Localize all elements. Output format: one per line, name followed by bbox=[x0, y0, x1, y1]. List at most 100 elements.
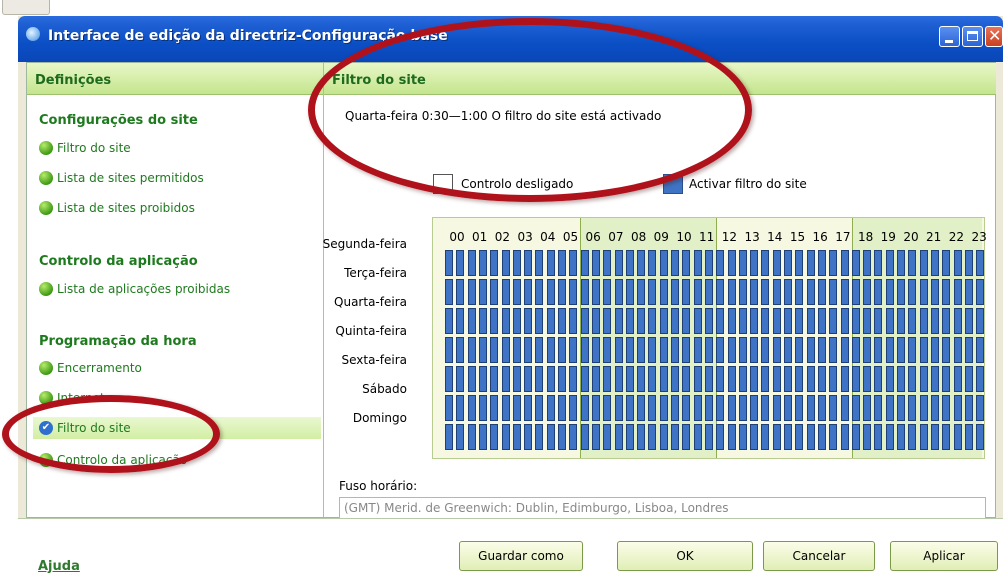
schedule-cell[interactable] bbox=[930, 395, 939, 421]
schedule-cell[interactable] bbox=[659, 424, 668, 450]
schedule-cell[interactable] bbox=[659, 395, 668, 421]
schedule-cell[interactable] bbox=[930, 337, 939, 363]
schedule-cell[interactable] bbox=[806, 337, 815, 363]
schedule-cell[interactable] bbox=[682, 424, 691, 450]
schedule-cell[interactable] bbox=[964, 250, 973, 276]
schedule-cell[interactable] bbox=[535, 250, 544, 276]
schedule-cell[interactable] bbox=[727, 250, 736, 276]
schedule-cell[interactable] bbox=[795, 337, 804, 363]
schedule-cell[interactable] bbox=[445, 424, 453, 450]
schedule-cell[interactable] bbox=[885, 366, 894, 392]
schedule-cell[interactable] bbox=[704, 279, 713, 305]
schedule-cell[interactable] bbox=[704, 250, 713, 276]
schedule-cell[interactable] bbox=[908, 424, 917, 450]
schedule-cell[interactable] bbox=[851, 279, 860, 305]
schedule-cell[interactable] bbox=[535, 337, 544, 363]
schedule-cell[interactable] bbox=[784, 395, 792, 421]
schedule-cell[interactable] bbox=[580, 337, 589, 363]
schedule-cell[interactable] bbox=[478, 279, 487, 305]
schedule-cell[interactable] bbox=[445, 250, 453, 276]
schedule-cell[interactable] bbox=[772, 395, 781, 421]
close-button[interactable]: ✕ bbox=[985, 26, 1003, 47]
schedule-cell[interactable] bbox=[535, 279, 544, 305]
schedule-cell[interactable] bbox=[467, 250, 476, 276]
schedule-cell[interactable] bbox=[693, 337, 702, 363]
schedule-cell[interactable] bbox=[704, 366, 713, 392]
nav-item-schedule-app-control[interactable]: Controlo da aplicação bbox=[39, 449, 187, 471]
schedule-cell[interactable] bbox=[761, 366, 770, 392]
schedule-cell[interactable] bbox=[456, 279, 465, 305]
schedule-cell[interactable] bbox=[795, 308, 804, 334]
schedule-cell[interactable] bbox=[829, 250, 838, 276]
schedule-cell[interactable] bbox=[885, 250, 894, 276]
schedule-cell[interactable] bbox=[874, 424, 883, 450]
schedule-cell[interactable] bbox=[603, 395, 612, 421]
schedule-cell[interactable] bbox=[558, 366, 566, 392]
schedule-cell[interactable] bbox=[569, 395, 578, 421]
schedule-cell[interactable] bbox=[591, 366, 600, 392]
schedule-cell[interactable] bbox=[490, 366, 499, 392]
schedule-cell[interactable] bbox=[648, 250, 657, 276]
schedule-cell[interactable] bbox=[964, 308, 973, 334]
schedule-cell[interactable] bbox=[558, 279, 566, 305]
schedule-cell[interactable] bbox=[478, 366, 487, 392]
schedule-cell[interactable] bbox=[772, 279, 781, 305]
schedule-cell[interactable] bbox=[897, 279, 905, 305]
schedule-cell[interactable] bbox=[930, 308, 939, 334]
schedule-cell[interactable] bbox=[806, 279, 815, 305]
schedule-cell[interactable] bbox=[637, 250, 646, 276]
schedule-cell[interactable] bbox=[659, 337, 668, 363]
schedule-cell[interactable] bbox=[478, 337, 487, 363]
schedule-cell[interactable] bbox=[591, 424, 600, 450]
schedule-cell[interactable] bbox=[840, 395, 849, 421]
schedule-cell[interactable] bbox=[840, 250, 849, 276]
schedule-cell[interactable] bbox=[897, 250, 905, 276]
schedule-cell[interactable] bbox=[897, 395, 905, 421]
schedule-cell[interactable] bbox=[535, 308, 544, 334]
schedule-cell[interactable] bbox=[727, 424, 736, 450]
schedule-cell[interactable] bbox=[558, 395, 566, 421]
schedule-cell[interactable] bbox=[501, 337, 510, 363]
schedule-cell[interactable] bbox=[908, 279, 917, 305]
schedule-cell[interactable] bbox=[671, 250, 679, 276]
schedule-cell[interactable] bbox=[569, 424, 578, 450]
schedule-cell[interactable] bbox=[930, 250, 939, 276]
schedule-cell[interactable] bbox=[614, 337, 623, 363]
schedule-cell[interactable] bbox=[738, 279, 747, 305]
schedule-cell[interactable] bbox=[512, 424, 521, 450]
schedule-cell[interactable] bbox=[671, 366, 679, 392]
schedule-cell[interactable] bbox=[806, 395, 815, 421]
schedule-cell[interactable] bbox=[829, 395, 838, 421]
schedule-cell[interactable] bbox=[829, 308, 838, 334]
schedule-cell[interactable] bbox=[558, 424, 566, 450]
schedule-cell[interactable] bbox=[817, 395, 826, 421]
schedule-cell[interactable] bbox=[456, 308, 465, 334]
schedule-cell[interactable] bbox=[659, 279, 668, 305]
schedule-cell[interactable] bbox=[637, 337, 646, 363]
schedule-cell[interactable] bbox=[727, 337, 736, 363]
schedule-cell[interactable] bbox=[772, 337, 781, 363]
schedule-cell[interactable] bbox=[750, 424, 759, 450]
schedule-cell[interactable] bbox=[535, 424, 544, 450]
schedule-cell[interactable] bbox=[716, 424, 725, 450]
schedule-cell[interactable] bbox=[795, 250, 804, 276]
schedule-cell[interactable] bbox=[738, 250, 747, 276]
schedule-cell[interactable] bbox=[919, 279, 928, 305]
schedule-cell[interactable] bbox=[546, 250, 555, 276]
schedule-cell[interactable] bbox=[591, 279, 600, 305]
schedule-cell[interactable] bbox=[840, 308, 849, 334]
schedule-cell[interactable] bbox=[863, 337, 872, 363]
apply-button[interactable]: Aplicar bbox=[890, 541, 998, 571]
schedule-cell[interactable] bbox=[908, 337, 917, 363]
schedule-cell[interactable] bbox=[637, 279, 646, 305]
schedule-cell[interactable] bbox=[897, 337, 905, 363]
schedule-cell[interactable] bbox=[445, 337, 453, 363]
schedule-cell[interactable] bbox=[478, 395, 487, 421]
schedule-cell[interactable] bbox=[727, 279, 736, 305]
schedule-cell[interactable] bbox=[625, 395, 634, 421]
schedule-cell[interactable] bbox=[535, 395, 544, 421]
schedule-cell[interactable] bbox=[953, 366, 962, 392]
schedule-cell[interactable] bbox=[942, 366, 951, 392]
schedule-cell[interactable] bbox=[637, 308, 646, 334]
nav-item-blocked-sites[interactable]: Lista de sites proibidos bbox=[39, 197, 195, 219]
